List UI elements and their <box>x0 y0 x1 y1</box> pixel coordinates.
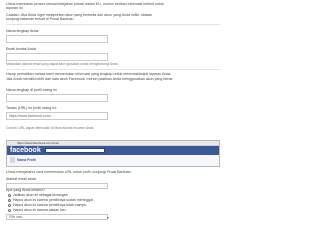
info-line-2: Jika Anda memiliki lebih dari satu akun … <box>6 77 174 81</box>
intro-line-1: Untuk membantu proses sesuai kebijakan p… <box>6 2 164 6</box>
email-hint: Masukkan alamat email yang dapat kami gu… <box>6 62 119 66</box>
example-profile-strip: Nama Profil <box>7 155 219 166</box>
select-value: Pilih satu <box>9 215 23 219</box>
chevron-down-icon: ▾ <box>107 215 110 220</box>
example-profile-name: Nama Profil <box>17 158 36 162</box>
example-search-box <box>45 148 105 153</box>
after-example-line: Untuk mengetahui cara menemukan URL untu… <box>6 170 132 174</box>
reason-select[interactable]: Pilih satu ▾ <box>6 214 110 220</box>
url-caption: Contoh: URL dapat ditemukan di bilah ala… <box>6 126 94 130</box>
profile-name-input[interactable] <box>6 94 108 102</box>
intro-line-2: laporan ini. <box>6 6 24 10</box>
url-label: Tautan (URL) ke profil orang ini: <box>6 106 57 110</box>
note-line-2: kunjungi halaman terkait di Pusat Bantua… <box>6 17 75 21</box>
full-name-input[interactable] <box>6 35 108 43</box>
option-remove-incapacitated[interactable]: Hapus akun ini karena pemiliknya tidak m… <box>8 203 86 207</box>
radio-icon[interactable] <box>8 203 11 207</box>
facebook-logo: facebook <box>10 147 41 154</box>
example-facebook-header: facebook <box>7 146 219 155</box>
example-url: https://www.facebook.com/zuck <box>17 141 59 145</box>
relation-label: Alamat email anda <box>6 177 36 181</box>
radio-icon[interactable] <box>8 208 11 212</box>
radio-icon[interactable] <box>8 198 11 202</box>
option-remove-other[interactable]: Hapus akun ini karena alasan lain <box>8 208 66 212</box>
name-label: Nama lengkap Anda <box>6 29 39 33</box>
divider <box>6 69 220 70</box>
profile-name-label: Nama lengkap di profil orang ini <box>6 88 57 92</box>
email-label: Email kontak Anda <box>6 47 36 51</box>
option-memorialize[interactable]: Jadikan akun ini sebagai kenangan <box>8 193 68 197</box>
divider <box>6 24 220 25</box>
info-line-1: Harap perhatikan bahwa kami memerlukan i… <box>6 72 172 76</box>
option-remove-deceased[interactable]: Hapus akun ini karena pemiliknya sudah m… <box>8 198 93 202</box>
example-screenshot: https://www.facebook.com/zuck facebook N… <box>6 140 220 167</box>
question-label: Apa yang Anda ketahui? <box>6 188 45 192</box>
radio-icon[interactable] <box>8 193 11 197</box>
avatar <box>10 157 15 163</box>
profile-url-input[interactable]: https://www.facebook.com/... <box>6 112 108 120</box>
email-input[interactable] <box>6 53 108 61</box>
